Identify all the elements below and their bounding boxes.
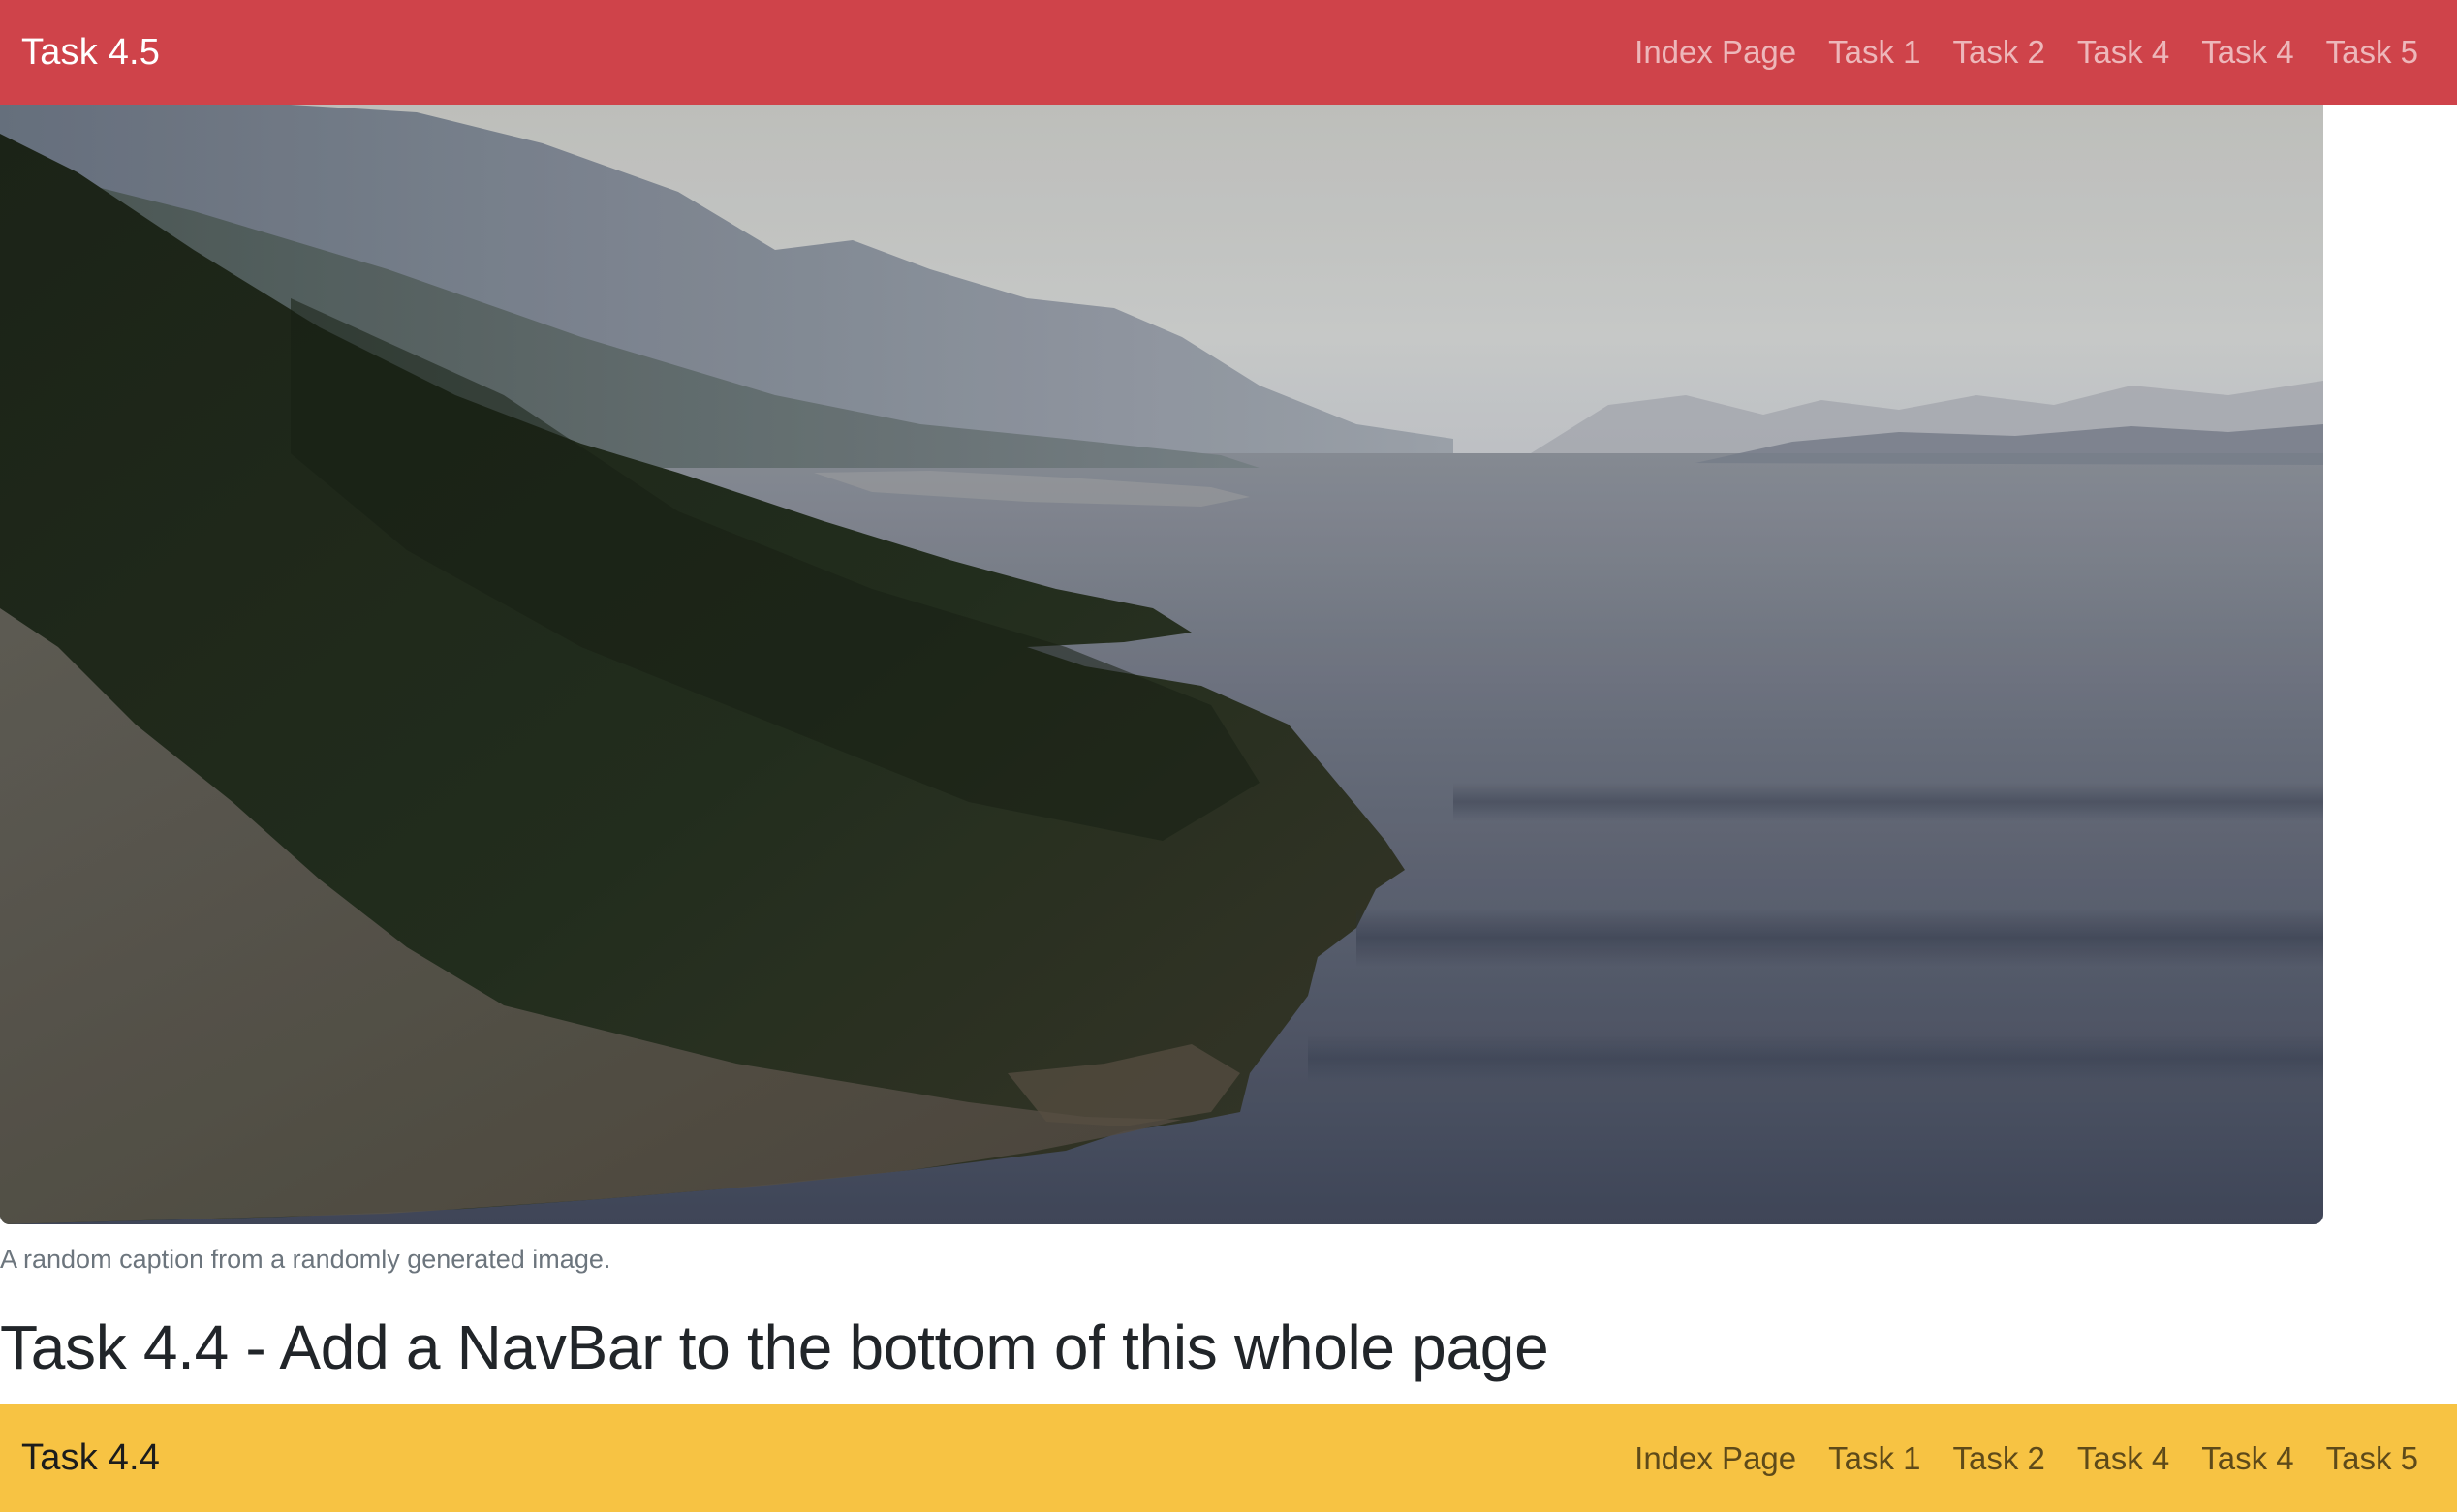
nav-link-task-4[interactable]: Task 4 — [2077, 34, 2169, 71]
page-title: Task 4.4 - Add a NavBar to the bottom of… — [0, 1312, 1549, 1382]
nav-link-task-4[interactable]: Task 4 — [2077, 1440, 2169, 1477]
bottom-navbar: Task 4.4 Index Page Task 1 Task 2 Task 4… — [0, 1404, 2457, 1512]
navbar-brand[interactable]: Task 4.5 — [21, 32, 160, 74]
nav-link-task-4-second[interactable]: Task 4 — [2201, 34, 2293, 71]
top-navbar: Task 4.5 Index Page Task 1 Task 2 Task 4… — [0, 0, 2457, 105]
nav-link-task-2[interactable]: Task 2 — [1953, 1440, 2045, 1477]
nav-link-task-2[interactable]: Task 2 — [1953, 34, 2045, 71]
nav-link-task-1[interactable]: Task 1 — [1828, 1440, 1920, 1477]
nav-link-task-5[interactable]: Task 5 — [2326, 1440, 2418, 1477]
nav-link-task-5[interactable]: Task 5 — [2326, 34, 2418, 71]
navbar-brand[interactable]: Task 4.4 — [21, 1437, 160, 1479]
nav-links: Index Page Task 1 Task 2 Task 4 Task 4 T… — [1602, 34, 2418, 71]
image-caption: A random caption from a randomly generat… — [0, 1245, 611, 1274]
nav-links: Index Page Task 1 Task 2 Task 4 Task 4 T… — [1602, 1440, 2418, 1477]
nav-link-task-1[interactable]: Task 1 — [1828, 34, 1920, 71]
nav-link-task-4-second[interactable]: Task 4 — [2201, 1440, 2293, 1477]
landscape-illustration — [0, 105, 2323, 1224]
nav-link-index-page[interactable]: Index Page — [1634, 1440, 1796, 1477]
nav-link-index-page[interactable]: Index Page — [1634, 34, 1796, 71]
landscape-image — [0, 105, 2323, 1224]
